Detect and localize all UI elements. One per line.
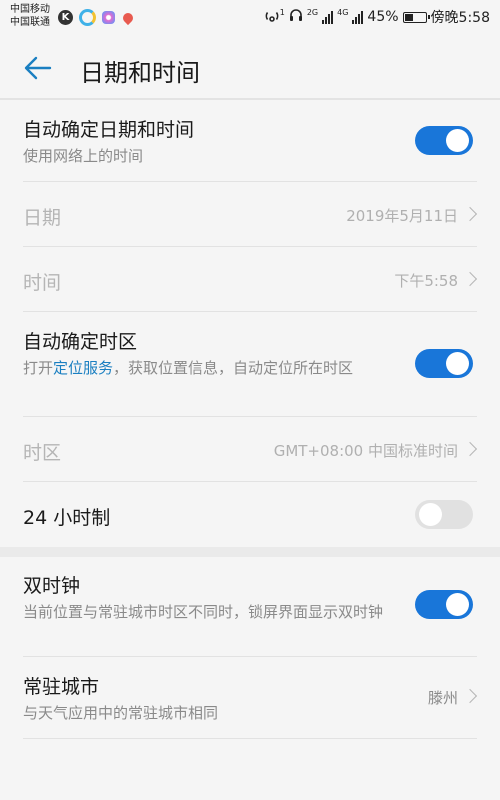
location-pin-icon [120,10,136,25]
subtitle-prefix: 打开 [23,359,54,377]
home-city-value: 滕州 [427,689,458,707]
chevron-right-icon [462,206,478,222]
toggle-knob [419,503,442,526]
location-service-link[interactable]: 定位服务 [53,359,113,377]
headset-icon [289,8,303,26]
settings-list: 自动确定日期和时间 使用网络上的时间 日期 2019年5月11日 时间 下午5:… [0,100,500,739]
net-4g-label: 4G [337,8,349,17]
signal-icon [322,10,334,24]
page-title: 日期和时间 [80,59,200,87]
24-hour-title: 24 小时制 [23,507,111,529]
back-button[interactable] [22,52,54,84]
flower-app-icon [102,11,115,24]
carrier-1: 中国移动 [10,4,50,15]
hotspot-icon [264,8,280,26]
arrow-left-icon [24,56,52,80]
clock: 傍晚5:58 [430,10,490,26]
auto-datetime-row[interactable]: 自动确定日期和时间 使用网络上的时间 [0,100,500,182]
subtitle-suffix: ，获取位置信息，自动定位所在时区 [113,359,354,377]
time-value: 下午5:58 [394,272,458,290]
auto-timezone-toggle[interactable] [415,349,473,378]
time-row: 时间 下午5:58 [0,247,500,312]
24-hour-row[interactable]: 24 小时制 [0,482,500,547]
auto-timezone-subtitle: 打开定位服务，获取位置信息，自动定位所在时区 [23,357,393,380]
dual-clock-row[interactable]: 双时钟 当前位置与常驻城市时区不同时，锁屏界面显示双时钟 [0,557,500,657]
system-indicators: 1 2G 4G 45% 傍晚5:58 [264,7,490,27]
notification-icons: K [58,9,136,26]
hotspot-count: 1 [279,8,285,17]
toggle-knob [446,593,469,616]
home-city-row[interactable]: 常驻城市 与天气应用中的常驻城市相同 滕州 [0,657,500,739]
row-divider [23,738,477,739]
timezone-title: 时区 [23,442,62,464]
section-divider [0,547,500,557]
app-bar: 日期和时间 [0,36,500,98]
time-title: 时间 [23,272,62,294]
toggle-knob [446,129,469,152]
dual-clock-subtitle: 当前位置与常驻城市时区不同时，锁屏界面显示双时钟 [23,603,384,621]
auto-datetime-toggle[interactable] [415,126,473,155]
home-city-subtitle: 与天气应用中的常驻城市相同 [23,704,219,722]
timezone-row: 时区 GMT+08:00 中国标准时间 [0,417,500,482]
chevron-right-icon [462,271,478,287]
toggle-knob [446,352,469,375]
carrier-2: 中国联通 [10,17,50,28]
timezone-value: GMT+08:00 中国标准时间 [273,442,458,460]
auto-timezone-row[interactable]: 自动确定时区 打开定位服务，获取位置信息，自动定位所在时区 [0,312,500,417]
battery-icon [402,11,430,23]
battery-fill [404,13,414,21]
signal-icon-2 [352,10,364,24]
ring-app-icon [79,9,96,26]
status-bar: 中国移动 中国联通 K 1 2G 4G 45% 傍晚5:58 [0,0,500,36]
date-row: 日期 2019年5月11日 [0,182,500,247]
chevron-right-icon [462,441,478,457]
net-2g-label: 2G [306,8,319,17]
k-app-icon: K [58,10,73,25]
battery-percent: 45% [367,9,399,25]
carrier-info: 中国移动 中国联通 [10,3,50,29]
date-title: 日期 [23,207,62,229]
date-value: 2019年5月11日 [346,207,458,225]
24-hour-toggle[interactable] [415,500,473,529]
auto-datetime-subtitle: 使用网络上的时间 [23,147,144,165]
dual-clock-toggle[interactable] [415,590,473,619]
